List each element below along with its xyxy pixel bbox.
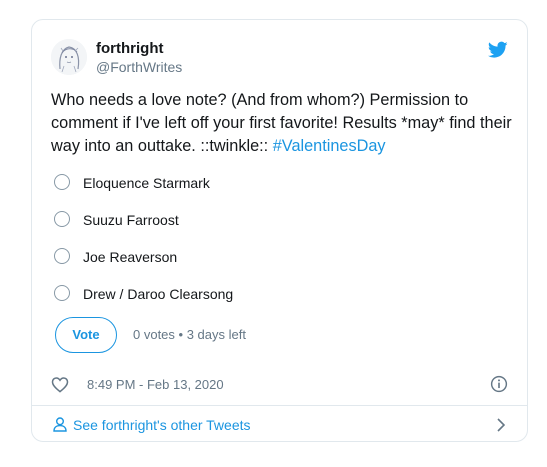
poll-option[interactable]: Suuzu Farroost (52, 208, 492, 245)
poll: Eloquence Starmark Suuzu Farroost Joe Re… (52, 171, 492, 319)
person-icon (53, 417, 67, 432)
footer-label[interactable]: See forthright's other Tweets (73, 416, 251, 434)
poll-option-label: Drew / Daroo Clearsong (83, 286, 234, 302)
radio-button[interactable] (54, 174, 70, 190)
avatar[interactable] (51, 39, 87, 75)
poll-option[interactable]: Drew / Daroo Clearsong (52, 282, 492, 319)
vote-button[interactable]: Vote (55, 317, 117, 353)
tweet-meta: 8:49 PM - Feb 13, 2020 (51, 374, 508, 396)
display-name[interactable]: forthright (96, 39, 182, 58)
tweet-card: forthright @ForthWrites Who needs a love… (31, 19, 528, 442)
user-handle[interactable]: @ForthWrites (96, 58, 182, 76)
divider (32, 405, 527, 406)
twitter-bird-icon[interactable] (487, 41, 508, 59)
poll-option[interactable]: Eloquence Starmark (52, 171, 492, 208)
radio-button[interactable] (54, 248, 70, 264)
avatar-image (51, 39, 87, 75)
radio-button[interactable] (54, 285, 70, 301)
poll-option-label: Joe Reaverson (83, 249, 178, 265)
tweet-text: Who needs a love note? (And from whom?) … (51, 89, 513, 158)
poll-option-label: Eloquence Starmark (83, 175, 210, 191)
see-other-tweets-link[interactable]: See forthright's other Tweets (51, 413, 508, 437)
tweet-header: forthright @ForthWrites (51, 37, 508, 81)
poll-meta: 0 votes • 3 days left (133, 327, 246, 342)
poll-option[interactable]: Joe Reaverson (52, 245, 492, 282)
hashtag-link[interactable]: #ValentinesDay (273, 137, 386, 155)
heart-icon[interactable] (51, 376, 69, 393)
radio-button[interactable] (54, 211, 70, 227)
user-names[interactable]: forthright @ForthWrites (96, 39, 182, 76)
vote-row: Vote 0 votes • 3 days left (55, 317, 455, 357)
poll-option-label: Suuzu Farroost (83, 212, 179, 228)
timestamp[interactable]: 8:49 PM - Feb 13, 2020 (87, 376, 224, 394)
info-icon[interactable] (490, 375, 508, 393)
chevron-right-icon[interactable] (497, 418, 506, 432)
